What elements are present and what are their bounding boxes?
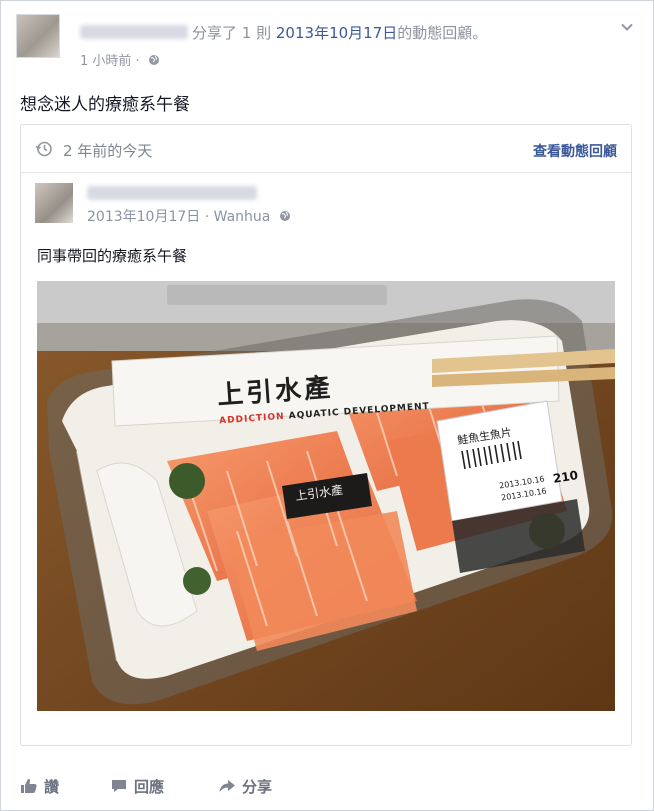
- like-button[interactable]: 讚: [20, 772, 59, 800]
- years-ago-label: 2 年前的今天: [63, 142, 153, 160]
- original-post-text: 同事帶回的療癒系午餐: [37, 247, 188, 265]
- original-post-meta: 2013年10月17日 · Wanhua: [87, 206, 291, 226]
- post-time[interactable]: 1 小時前: [80, 54, 131, 69]
- post-status-text: 想念迷人的療癒系午餐: [20, 95, 190, 115]
- meta-separator: ·: [204, 209, 210, 225]
- comment-button[interactable]: 回應: [110, 772, 164, 800]
- memory-card: 2 年前的今天 查看動態回顧 2013年10月17日 · Wanhua 同事帶回…: [20, 124, 632, 746]
- comment-label: 回應: [134, 777, 165, 796]
- chevron-down-icon[interactable]: [620, 19, 634, 33]
- original-post-place[interactable]: Wanhua: [214, 209, 271, 225]
- memory-card-header: 2 年前的今天 查看動態回顧: [21, 125, 631, 173]
- author-avatar[interactable]: [16, 14, 60, 58]
- like-label: 讚: [44, 777, 60, 796]
- see-memories-link[interactable]: 查看動態回顧: [533, 141, 617, 161]
- original-post-date[interactable]: 2013年10月17日: [87, 209, 200, 225]
- post-meta: 1 小時前 ·: [80, 50, 160, 69]
- original-author-avatar[interactable]: [35, 183, 73, 223]
- memory-count: 1 則: [241, 24, 272, 42]
- shared-verb: 分享了: [192, 24, 238, 42]
- share-label: 分享: [242, 777, 273, 796]
- post-photo[interactable]: 上引水產 ADDICTION AQUATIC DEVELOPMENT 鮭魚生魚片…: [37, 281, 615, 711]
- meta-separator: ·: [135, 54, 140, 69]
- comment-icon: [112, 780, 126, 792]
- share-button[interactable]: 分享: [218, 772, 272, 800]
- thumbs-up-icon: [21, 778, 37, 793]
- original-author-name-blurred[interactable]: [87, 186, 257, 200]
- history-clock-icon: [35, 140, 53, 158]
- globe-icon[interactable]: [279, 210, 291, 222]
- globe-icon[interactable]: [148, 54, 160, 66]
- share-arrow-icon: [219, 780, 235, 792]
- memory-date-link[interactable]: 2013年10月17日: [276, 24, 397, 42]
- action-bar: 讚 回應 分享: [20, 772, 632, 800]
- author-name-blurred[interactable]: [80, 25, 188, 39]
- header-suffix: 的動態回顧。: [397, 24, 488, 42]
- post-header-line: 分享了 1 則 2013年10月17日的動態回顧。: [80, 22, 487, 43]
